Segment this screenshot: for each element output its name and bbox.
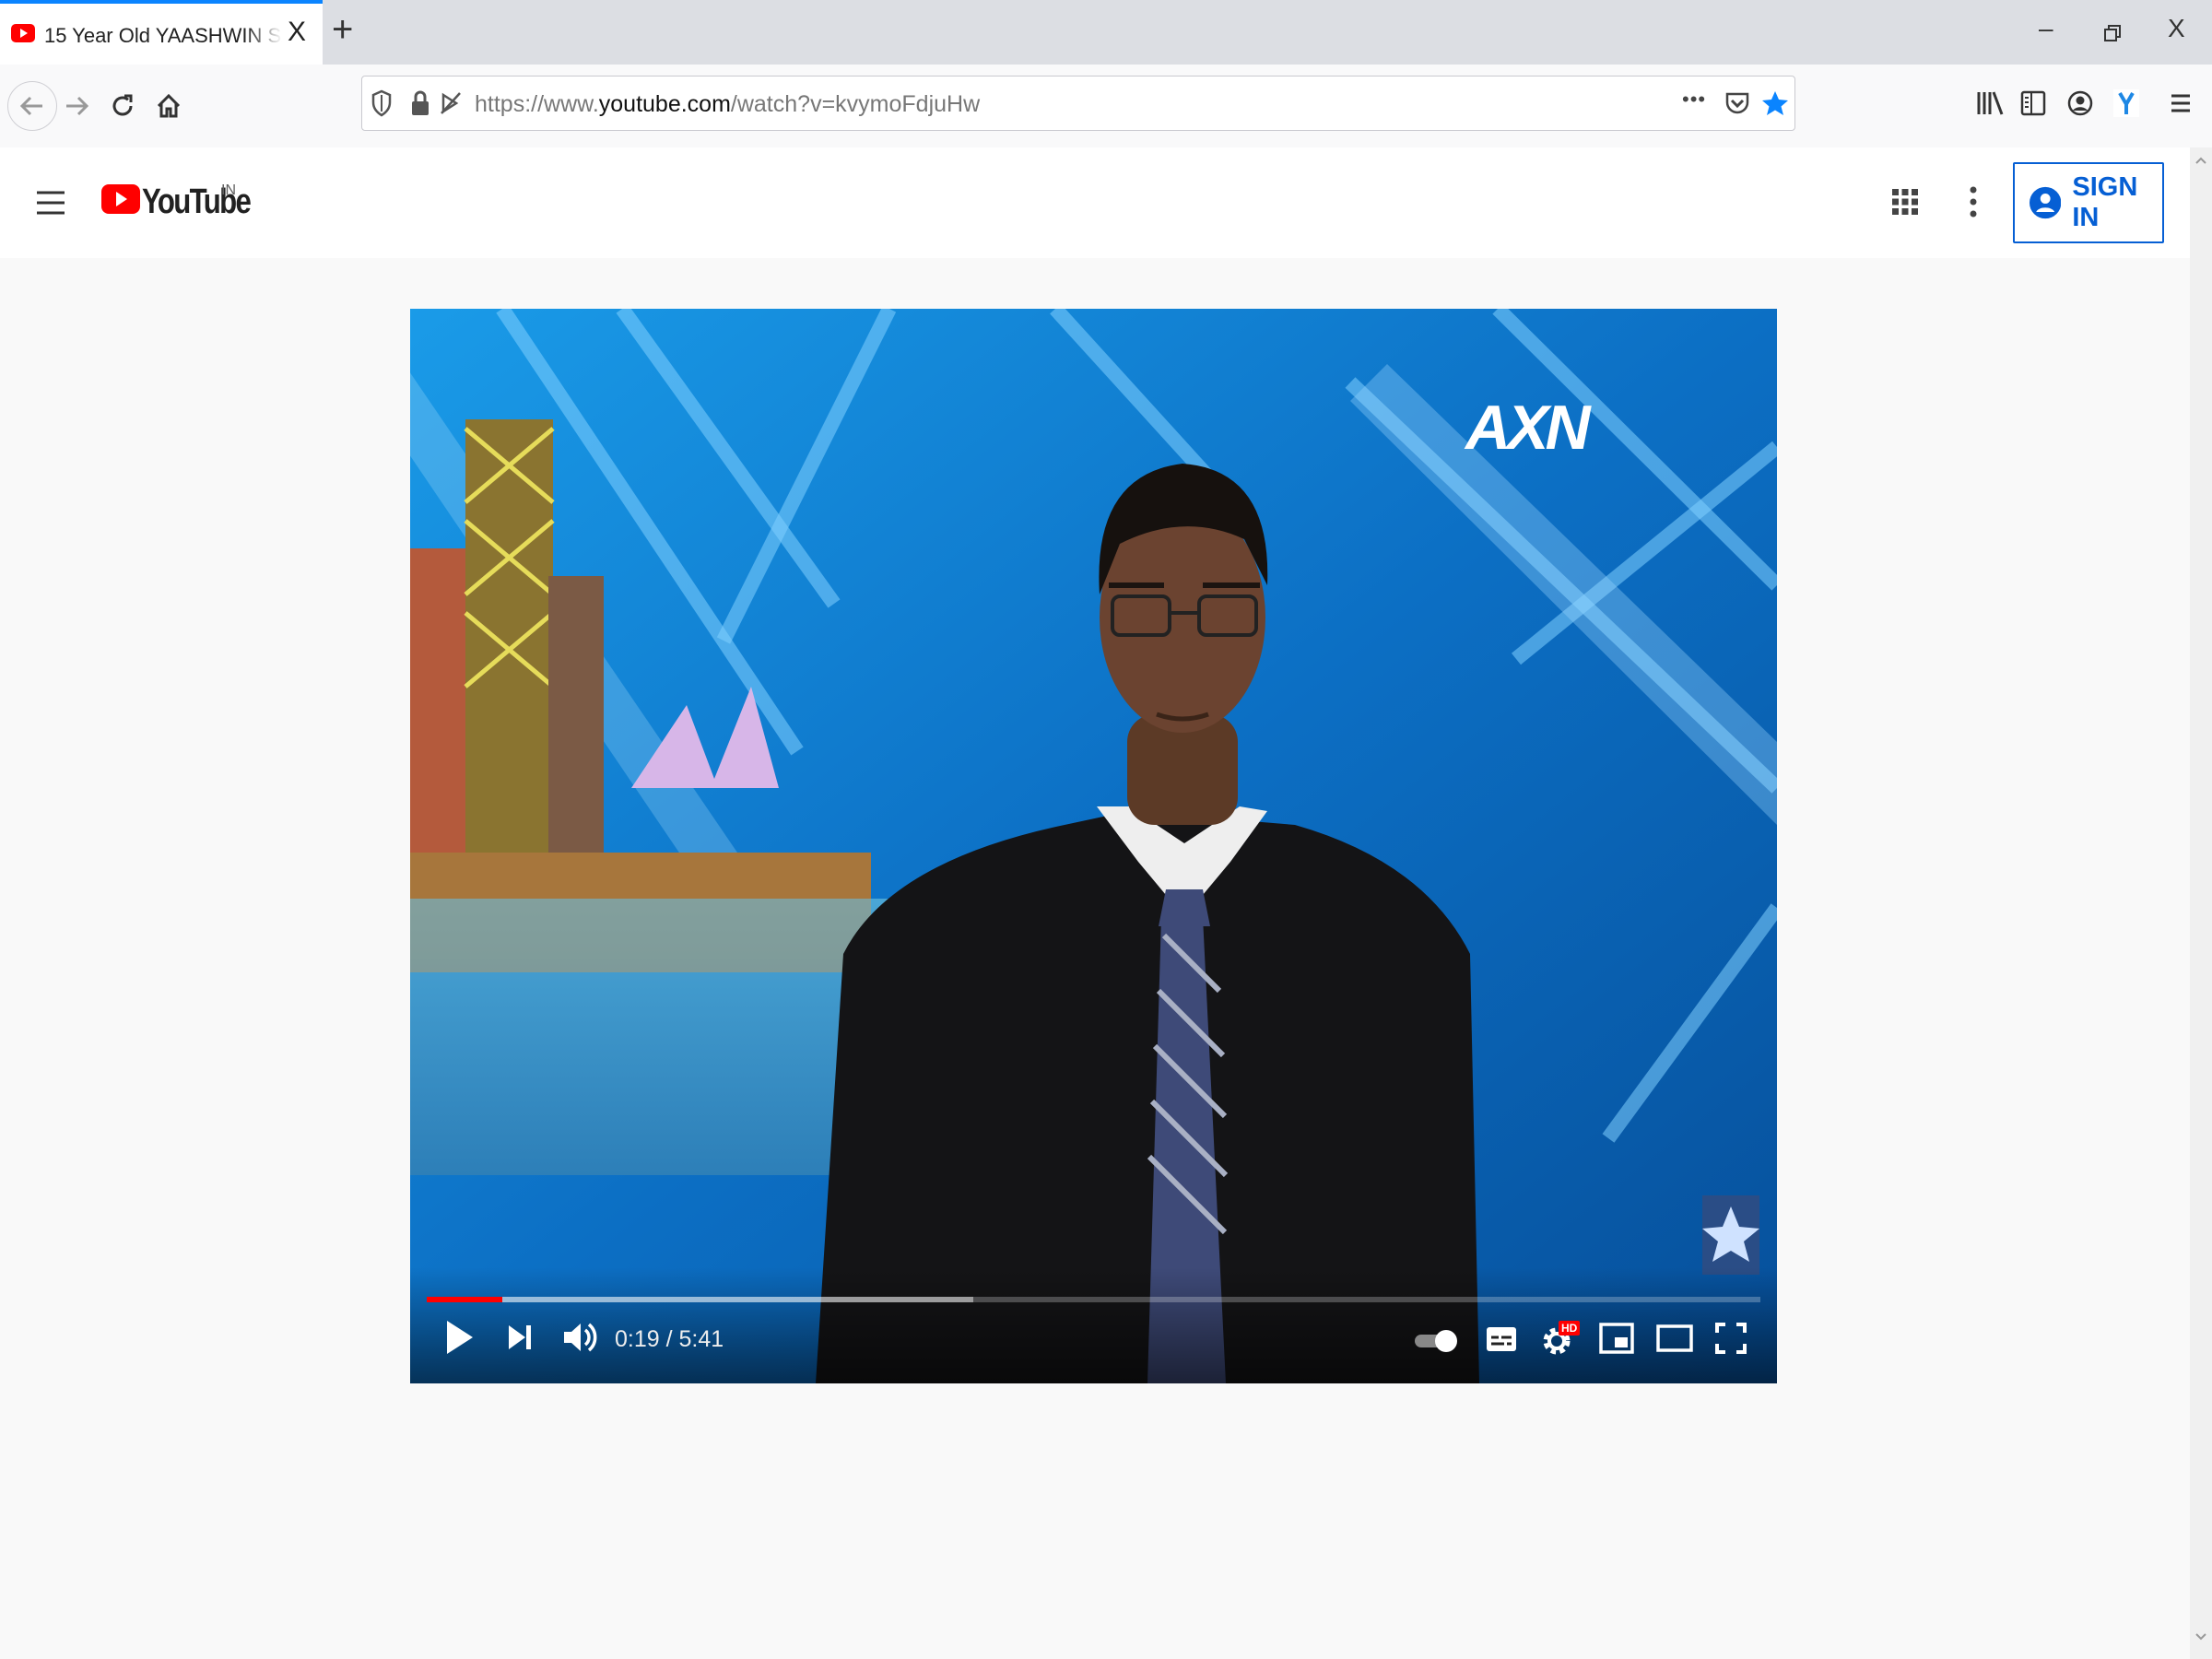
apps-grid-icon[interactable]	[1891, 188, 1919, 216]
buffered-bar	[427, 1297, 974, 1302]
miniplayer-icon[interactable]	[1599, 1323, 1634, 1354]
autoplay-knob	[1435, 1330, 1457, 1352]
volume-icon[interactable]	[561, 1319, 598, 1356]
account-icon[interactable]	[2066, 88, 2094, 118]
home-button[interactable]	[147, 85, 190, 127]
bookmark-star-icon[interactable]	[1761, 89, 1789, 117]
shield-icon	[371, 89, 392, 117]
progress-bar[interactable]	[427, 1297, 1760, 1302]
tab-close-button[interactable]: X	[288, 18, 306, 46]
page-actions-button[interactable]: •••	[1682, 88, 1706, 112]
video-frame	[410, 309, 1777, 1383]
url-bar[interactable]: https://www.youtube.com/watch?v=kvymoFdj…	[361, 76, 1795, 131]
scroll-up-icon[interactable]	[2195, 157, 2206, 164]
navigation-toolbar: https://www.youtube.com/watch?v=kvymoFdj…	[0, 65, 2212, 148]
lock-icon	[412, 90, 429, 115]
sign-in-label: SIGN IN	[2072, 172, 2138, 232]
youtube-masthead: YouTube IN SIGN IN	[0, 147, 2190, 258]
more-vertical-icon[interactable]	[1969, 186, 1978, 218]
tab-title: 15 Year Old YAASHWIN SARAWANAN	[44, 24, 282, 47]
subtitles-icon[interactable]	[1485, 1324, 1518, 1354]
youtube-favicon-icon	[11, 24, 35, 42]
youtube-play-logo-icon	[101, 184, 140, 214]
back-button[interactable]	[7, 81, 57, 131]
played-bar	[427, 1297, 503, 1302]
play-icon[interactable]	[443, 1319, 475, 1356]
pocket-icon[interactable]	[1724, 89, 1750, 117]
restore-button[interactable]	[2103, 18, 2122, 50]
got-talent-star-badge	[1702, 1195, 1759, 1275]
user-avatar-icon	[2030, 186, 2062, 219]
reload-button[interactable]	[101, 85, 144, 127]
fullscreen-icon[interactable]	[1715, 1323, 1747, 1354]
menu-icon[interactable]	[2170, 88, 2192, 118]
sign-in-button[interactable]: SIGN IN	[2013, 162, 2164, 243]
autoplay-toggle[interactable]	[1415, 1330, 1457, 1352]
page-scrollbar[interactable]	[2190, 147, 2212, 1659]
new-tab-button[interactable]: +	[332, 11, 353, 48]
time-display: 0:19 / 5:41	[615, 1326, 724, 1352]
guide-menu-icon[interactable]	[35, 190, 66, 216]
close-window-button[interactable]: X	[2168, 13, 2185, 44]
arrow-right-icon	[66, 96, 89, 116]
settings-button[interactable]: HD	[1540, 1321, 1581, 1358]
home-icon	[157, 93, 181, 118]
country-code: IN	[221, 182, 236, 198]
tab-strip: 15 Year Old YAASHWIN SARAWANAN X + – X	[0, 0, 2212, 65]
hd-badge: HD	[1559, 1321, 1581, 1335]
next-video-icon[interactable]	[506, 1323, 534, 1352]
url-text[interactable]: https://www.youtube.com/watch?v=kvymoFdj…	[475, 91, 980, 118]
theater-mode-icon[interactable]	[1656, 1324, 1693, 1352]
library-icon[interactable]	[1976, 88, 2004, 118]
arrow-left-icon	[19, 96, 42, 116]
restore-icon	[2104, 25, 2121, 41]
autoplay-blocked-icon[interactable]	[440, 89, 464, 117]
scroll-down-icon[interactable]	[2195, 1633, 2206, 1641]
minimize-button[interactable]: –	[2039, 13, 2053, 44]
channel-watermark: AXN	[1465, 393, 1591, 463]
forward-button[interactable]	[55, 85, 98, 127]
yandex-extension-icon[interactable]	[2112, 88, 2140, 118]
video-player[interactable]: AXN 0:19 / 5:41 HD	[410, 309, 1777, 1383]
reload-icon	[112, 94, 133, 116]
sidebar-icon[interactable]	[2020, 88, 2046, 118]
browser-tab[interactable]: 15 Year Old YAASHWIN SARAWANAN X	[0, 0, 323, 65]
